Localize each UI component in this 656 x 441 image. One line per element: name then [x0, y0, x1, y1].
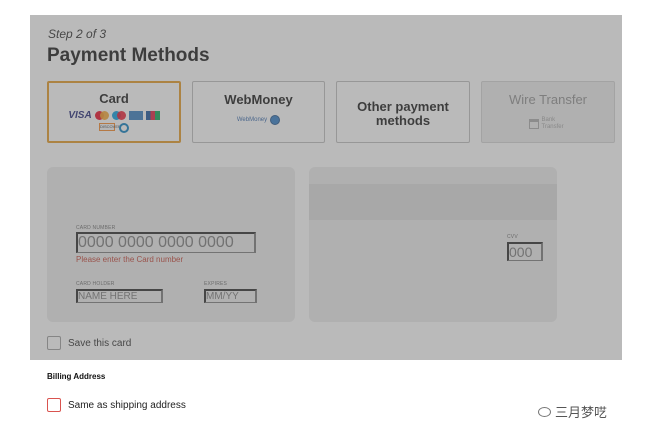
watermark: 三月梦呓 — [538, 402, 607, 421]
bank-transfer-text: Bank Transfer — [541, 117, 564, 130]
method-webmoney[interactable]: WebMoney WebMoney — [192, 81, 325, 143]
same-as-shipping-checkbox[interactable] — [47, 398, 61, 412]
webmoney-logo-text: WebMoney — [236, 117, 268, 123]
method-card[interactable]: Card VISA DISCOVER — [47, 81, 181, 143]
method-other-label: Other payment methods — [357, 99, 449, 128]
step-indicator: Step 2 of 3 — [48, 27, 107, 41]
billing-address-heading: Billing Address — [47, 372, 106, 381]
save-card-label: Save this card — [68, 337, 132, 349]
expires-label: EXPIRES — [204, 281, 228, 287]
diners-logo — [119, 123, 129, 133]
card-back: CVV — [309, 167, 557, 322]
cvv-input[interactable] — [507, 242, 543, 261]
card-brand-logos: VISA — [49, 110, 179, 121]
card-holder-label: CARD HOLDER — [76, 281, 115, 287]
card-front: CARD NUMBER Please enter the Card number… — [47, 167, 295, 322]
watermark-text: 三月梦呓 — [555, 405, 608, 420]
card-brand-logos-row2: DISCOVER — [49, 123, 179, 133]
method-wire-transfer[interactable]: Wire Transfer Bank Transfer — [481, 81, 615, 143]
save-card-row[interactable]: Save this card — [47, 336, 131, 350]
same-as-shipping-row[interactable]: Same as shipping address — [47, 398, 186, 412]
page-title: Payment Methods — [47, 45, 210, 66]
expires-input[interactable] — [204, 289, 257, 303]
cvv-label: CVV — [507, 234, 518, 240]
payment-page: Step 2 of 3 Payment Methods Card VISA DI… — [30, 15, 622, 426]
webmoney-logo: WebMoney — [193, 115, 324, 125]
card-holder-input[interactable] — [76, 289, 163, 303]
method-other[interactable]: Other payment methods — [336, 81, 470, 143]
discover-logo: DISCOVER — [99, 123, 121, 131]
amex-logo — [128, 111, 143, 120]
method-wire-label: Wire Transfer — [508, 92, 587, 107]
method-card-label: Card — [99, 91, 129, 106]
card-number-label: CARD NUMBER — [76, 225, 116, 231]
jcb-logo — [145, 111, 160, 120]
globe-icon — [270, 115, 281, 125]
card-number-input[interactable] — [76, 232, 256, 253]
same-as-shipping-label: Same as shipping address — [68, 399, 186, 411]
method-webmoney-label: WebMoney — [224, 92, 293, 107]
maestro-logo — [111, 111, 126, 120]
save-card-checkbox[interactable] — [47, 336, 61, 350]
magnetic-stripe — [309, 184, 557, 220]
wechat-icon — [538, 406, 551, 417]
bank-transfer-logo: Bank Transfer — [482, 117, 614, 131]
visa-logo: VISA — [68, 110, 92, 121]
card-number-error: Please enter the Card number — [76, 255, 184, 264]
bank-icon — [528, 119, 539, 129]
mastercard-logo — [94, 111, 109, 120]
